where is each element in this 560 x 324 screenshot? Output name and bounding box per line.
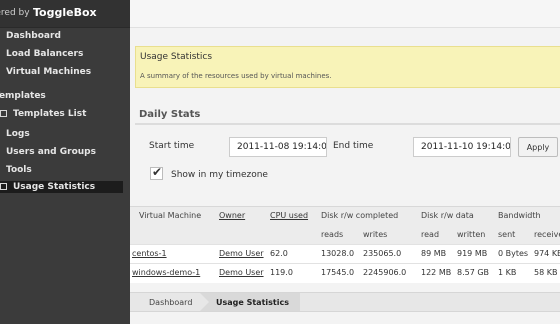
vm-name-link[interactable]: windows-demo-1 [132, 268, 200, 277]
col-header-disk-completed: Disk r/w completed [321, 211, 399, 220]
timezone-label: Show in my timezone [171, 170, 268, 180]
end-time-input[interactable] [413, 137, 511, 157]
col-header-disk-data: Disk r/w data [421, 211, 474, 220]
disk-reads-cell: 13028.0 [321, 249, 355, 258]
breadcrumb-separator-icon [200, 293, 209, 311]
sidebar-item-label: Users and Groups [6, 147, 96, 157]
sidebar-item-users-and-groups[interactable]: Users and Groups [6, 147, 96, 157]
sidebar-item-logs[interactable]: Logs [6, 129, 30, 139]
sidebar-item-virtual-machines[interactable]: Virtual Machines [6, 67, 91, 77]
vm-name-link[interactable]: centos-1 [132, 249, 167, 258]
chart-icon [0, 183, 7, 190]
apply-button[interactable]: Apply [518, 137, 558, 157]
table-header-row: Virtual Machine Owner CPU used Disk r/w … [130, 207, 560, 224]
table-subheader-row: reads writes read written sent received [130, 224, 560, 244]
data-read-cell: 122 MB [421, 268, 452, 277]
table-row: windows-demo-1 Demo User 119.0 17545.0 2… [130, 263, 560, 282]
disk-writes-cell: 2245906.0 [363, 268, 407, 277]
breadcrumb-dashboard-link[interactable]: Dashboard [149, 298, 192, 307]
notice-description: A summary of the resources used by virtu… [140, 72, 332, 80]
sidebar-group-templates[interactable]: Templates [0, 91, 46, 101]
page-notice: Usage Statistics A summary of the resour… [135, 46, 560, 88]
brand-prefix: wered by [0, 8, 30, 18]
brand-header: wered by ToggleBox [0, 0, 130, 28]
data-written-cell: 8.57 GB [457, 268, 490, 277]
end-time-label: End time [333, 141, 374, 151]
cpu-used-cell: 62.0 [270, 249, 288, 258]
cpu-used-cell: 119.0 [270, 268, 293, 277]
section-title: Daily Stats [139, 109, 201, 120]
sidebar-item-usage-statistics[interactable]: Usage Statistics [0, 182, 96, 192]
usage-table: Virtual Machine Owner CPU used Disk r/w … [130, 206, 560, 283]
section-divider [135, 123, 560, 125]
sidebar-item-templates-list[interactable]: Templates List [0, 109, 87, 119]
breadcrumb: Dashboard Usage Statistics [130, 292, 560, 312]
sidebar-item-label: Logs [6, 129, 30, 139]
data-written-cell: 919 MB [457, 249, 488, 258]
col-header-virtual-machine: Virtual Machine [139, 211, 202, 220]
sidebar: wered by ToggleBox Dashboard Load Balanc… [0, 0, 130, 324]
list-icon [0, 110, 7, 117]
sidebar-item-label: Dashboard [6, 31, 61, 41]
sidebar-item-label: Load Balancers [6, 49, 84, 59]
start-time-label: Start time [149, 141, 195, 151]
bandwidth-received-cell: 58 KB [534, 268, 558, 277]
start-time-input[interactable] [229, 137, 327, 157]
col-header-cpu-used[interactable]: CPU used [270, 211, 308, 220]
bandwidth-sent-cell: 0 Bytes [498, 249, 529, 258]
sidebar-item-load-balancers[interactable]: Load Balancers [6, 49, 83, 59]
bandwidth-received-cell: 974 KB [534, 249, 560, 258]
data-read-cell: 89 MB [421, 249, 447, 258]
col-subheader-writes: writes [363, 230, 388, 239]
sidebar-item-label: Templates List [13, 109, 87, 119]
owner-link[interactable]: Demo User [219, 268, 264, 277]
col-header-owner[interactable]: Owner [219, 211, 245, 220]
col-subheader-read: read [421, 230, 440, 239]
sidebar-item-label: Tools [6, 165, 32, 175]
col-subheader-received: received [534, 230, 560, 239]
disk-writes-cell: 235065.0 [363, 249, 402, 258]
breadcrumb-current: Usage Statistics [200, 293, 300, 311]
sidebar-item-label: Usage Statistics [13, 182, 96, 192]
notice-title: Usage Statistics [140, 52, 213, 62]
table-row: centos-1 Demo User 62.0 13028.0 235065.0… [130, 244, 560, 263]
sidebar-item-tools[interactable]: Tools [6, 165, 32, 175]
top-bar [130, 0, 560, 28]
col-header-bandwidth: Bandwidth [498, 211, 541, 220]
sidebar-item-label: Virtual Machines [6, 67, 92, 77]
col-subheader-reads: reads [321, 230, 344, 239]
col-subheader-sent: sent [498, 230, 516, 239]
owner-link[interactable]: Demo User [219, 249, 264, 258]
checkmark-icon: ✔ [152, 165, 163, 179]
sidebar-item-label: Templates [0, 91, 46, 101]
main-content: Usage Statistics A summary of the resour… [130, 0, 560, 324]
brand-name: ToggleBox [33, 6, 97, 19]
timezone-checkbox[interactable]: ✔ [150, 165, 163, 180]
col-subheader-written: written [457, 230, 486, 239]
bandwidth-sent-cell: 1 KB [498, 268, 517, 277]
disk-reads-cell: 17545.0 [321, 268, 355, 277]
sidebar-item-dashboard[interactable]: Dashboard [6, 31, 61, 41]
